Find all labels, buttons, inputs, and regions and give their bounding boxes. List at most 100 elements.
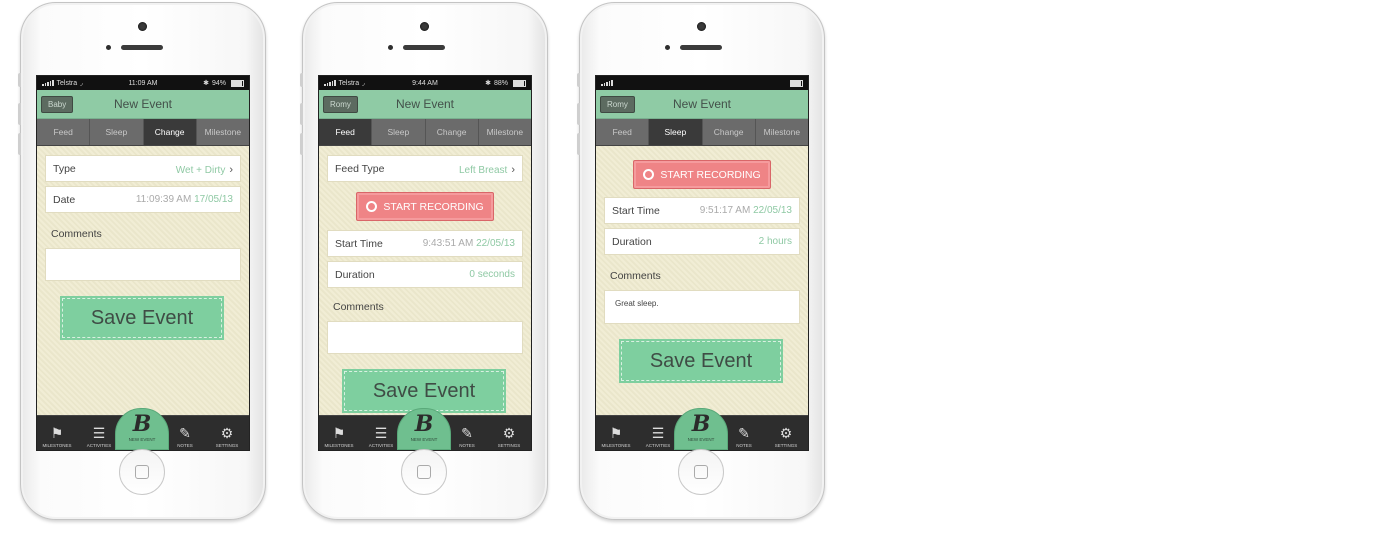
- status-bar: Telstra ◞ 11:09 AM ✱ 94%: [37, 76, 249, 90]
- nav-title: New Event: [395, 97, 455, 111]
- speaker: [680, 45, 722, 50]
- tab-activities[interactable]: ☰ ACTIVITIES: [79, 425, 119, 448]
- back-button[interactable]: Baby: [41, 96, 74, 113]
- camera: [420, 22, 429, 31]
- duration-row[interactable]: Duration 0 seconds: [327, 261, 523, 288]
- pencil-icon: ✎: [461, 425, 473, 441]
- save-event-button[interactable]: Save Event: [60, 296, 224, 340]
- app-screen: Telstra ◞ 11:09 AM ✱ 94% Baby New Event …: [36, 75, 250, 451]
- comments-input[interactable]: [327, 321, 523, 354]
- nav-title: New Event: [113, 97, 173, 111]
- duration-row[interactable]: Duration 2 hours: [604, 228, 800, 255]
- nav-bar: Baby New Event: [37, 90, 249, 119]
- save-event-button[interactable]: Save Event: [619, 339, 783, 383]
- segment-milestone[interactable]: Milestone: [197, 119, 249, 145]
- back-button[interactable]: Romy: [323, 96, 358, 113]
- list-icon: ☰: [374, 425, 388, 441]
- app-screen: Romy New Event Feed Sleep Change Milesto…: [595, 75, 809, 451]
- comments-input[interactable]: Great sleep.: [604, 290, 800, 324]
- sensor: [106, 45, 111, 50]
- tab-settings[interactable]: ⚙ SETTINGS: [489, 425, 529, 448]
- pencil-icon: ✎: [179, 425, 191, 441]
- bluetooth-icon: ✱: [203, 80, 209, 87]
- speaker: [403, 45, 445, 50]
- save-event-button[interactable]: Save Event: [342, 369, 506, 413]
- list-icon: ☰: [92, 425, 106, 441]
- feed-type-row[interactable]: Feed Type Left Breast ›: [327, 155, 523, 182]
- tab-notes[interactable]: ✎ NOTES: [724, 425, 764, 448]
- tab-new-event[interactable]: B NEW EVENT: [115, 408, 169, 450]
- wifi-icon: ◞: [80, 80, 83, 87]
- start-time-row[interactable]: Start Time 9:43:51 AM 22/05/13: [327, 230, 523, 257]
- start-recording-button[interactable]: START RECORDING: [633, 160, 771, 189]
- date-time: 11:09:39 AM: [135, 194, 192, 205]
- tab-new-event[interactable]: B NEW EVENT: [674, 408, 728, 450]
- flag-icon: ⚑: [332, 425, 346, 441]
- duration-value: 2 hours: [758, 236, 792, 247]
- gear-icon: ⚙: [502, 425, 516, 441]
- sensor: [388, 45, 393, 50]
- type-row[interactable]: Type Wet + Dirty ›: [45, 155, 241, 182]
- event-type-segmented-control: Feed Sleep Change Milestone: [596, 119, 808, 146]
- app-screen: Telstra ◞ 9:44 AM ✱ 88% Romy New Event F…: [318, 75, 532, 451]
- start-time-label: Start Time: [612, 204, 660, 217]
- start-recording-button[interactable]: START RECORDING: [356, 192, 494, 221]
- segment-feed[interactable]: Feed: [319, 119, 373, 145]
- date-label: Date: [53, 193, 76, 206]
- status-time: 11:09 AM: [128, 79, 158, 87]
- gear-icon: ⚙: [220, 425, 234, 441]
- tab-settings[interactable]: ⚙ SETTINGS: [207, 425, 247, 448]
- tab-milestones[interactable]: ⚑ MILESTONES: [319, 425, 359, 448]
- signal-icon: [42, 80, 54, 86]
- comments-label: Comments: [610, 270, 661, 282]
- tab-notes[interactable]: ✎ NOTES: [165, 425, 205, 448]
- chevron-right-icon: ›: [511, 163, 515, 176]
- tab-milestones[interactable]: ⚑ MILESTONES: [37, 425, 77, 448]
- segment-change[interactable]: Change: [143, 119, 197, 145]
- home-button: [401, 449, 447, 495]
- carrier: Telstra: [338, 79, 360, 87]
- event-type-segmented-control: Feed Sleep Change Milestone: [319, 119, 531, 146]
- tab-milestones[interactable]: ⚑ MILESTONES: [596, 425, 636, 448]
- list-icon: ☰: [651, 425, 665, 441]
- segment-milestone[interactable]: Milestone: [756, 119, 808, 145]
- segment-sleep[interactable]: Sleep: [649, 119, 703, 145]
- start-time-time: 9:51:17 AM: [699, 205, 751, 216]
- battery-percent: 94%: [211, 79, 226, 87]
- tab-activities[interactable]: ☰ ACTIVITIES: [638, 425, 678, 448]
- camera: [138, 22, 147, 31]
- segment-sleep[interactable]: Sleep: [372, 119, 426, 145]
- duration-value: 0 seconds: [469, 269, 515, 280]
- feed-type-label: Feed Type: [335, 162, 385, 175]
- battery-percent: 88%: [493, 79, 508, 87]
- back-button[interactable]: Romy: [600, 96, 635, 113]
- app-logo-icon: B: [691, 411, 711, 437]
- segment-change[interactable]: Change: [703, 119, 756, 145]
- segment-sleep[interactable]: Sleep: [90, 119, 144, 145]
- gear-icon: ⚙: [779, 425, 793, 441]
- segment-feed[interactable]: Feed: [596, 119, 650, 145]
- tab-new-event[interactable]: B NEW EVENT: [397, 408, 451, 450]
- home-button: [678, 449, 724, 495]
- start-time-date: 22/05/13: [476, 238, 515, 249]
- signal-icon: [601, 80, 613, 86]
- signal-icon: [324, 80, 336, 86]
- segment-milestone[interactable]: Milestone: [479, 119, 531, 145]
- tab-settings[interactable]: ⚙ SETTINGS: [766, 425, 806, 448]
- event-type-segmented-control: Feed Sleep Change Milestone: [37, 119, 249, 146]
- duration-label: Duration: [335, 268, 375, 281]
- start-recording-label: START RECORDING: [660, 168, 761, 181]
- comments-input[interactable]: [45, 248, 241, 281]
- start-time-row[interactable]: Start Time 9:51:17 AM 22/05/13: [604, 197, 800, 224]
- tab-activities[interactable]: ☰ ACTIVITIES: [361, 425, 401, 448]
- segment-change[interactable]: Change: [426, 119, 479, 145]
- app-logo-icon: B: [414, 411, 434, 437]
- segment-feed[interactable]: Feed: [37, 119, 91, 145]
- chevron-right-icon: ›: [229, 163, 233, 176]
- date-date: 17/05/13: [194, 194, 233, 205]
- tab-notes[interactable]: ✎ NOTES: [447, 425, 487, 448]
- date-row[interactable]: Date 11:09:39 AM 17/05/13: [45, 186, 241, 213]
- wifi-icon: ◞: [362, 80, 365, 87]
- type-value: Wet + Dirty: [175, 164, 226, 176]
- comments-label: Comments: [51, 228, 102, 240]
